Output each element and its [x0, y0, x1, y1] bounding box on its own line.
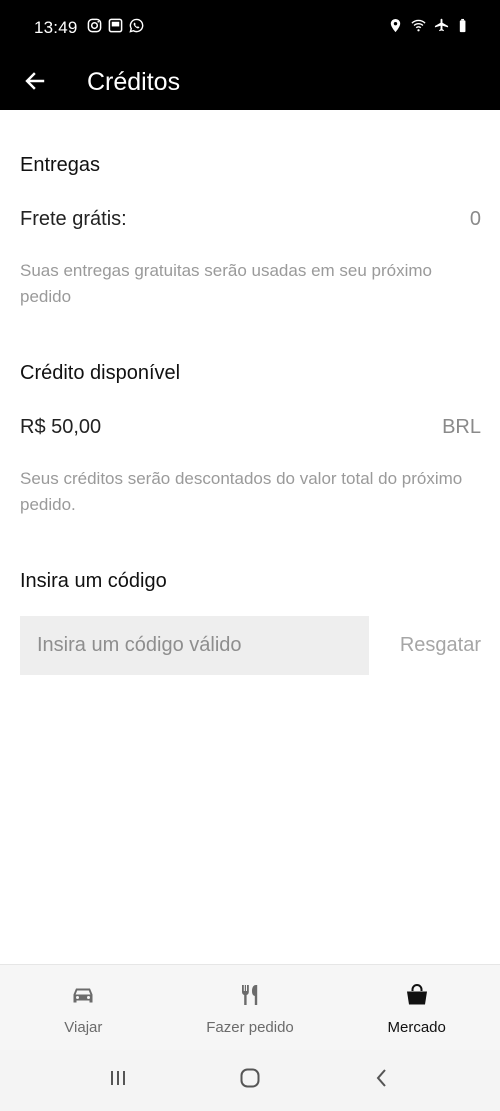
free-delivery-count: 0 [469, 208, 481, 230]
free-delivery-label: Frete grátis: [20, 208, 127, 230]
credit-amount: R$ 50,00 [20, 416, 102, 438]
section-title-credito: Crédito disponível [20, 362, 181, 384]
system-nav-bar [0, 1050, 500, 1111]
redeem-button[interactable]: Resgatar [400, 634, 481, 657]
gallery-icon [108, 18, 123, 38]
recent-apps-button[interactable] [98, 1061, 138, 1101]
app-bar: Créditos [0, 56, 500, 110]
credit-hint: Seus créditos serão descontados do valor… [20, 469, 463, 514]
whatsapp-icon [128, 18, 144, 38]
tab-label-mercado: Mercado [387, 1018, 446, 1036]
status-time: 13:49 [34, 18, 78, 37]
airplane-icon [434, 18, 449, 38]
tab-fazer-pedido[interactable]: Fazer pedido [167, 965, 334, 1050]
promo-code-input[interactable] [20, 616, 369, 675]
bottom-tab-bar: Viajar Fazer pedido Mercado [0, 964, 500, 1050]
status-right-icons [388, 18, 472, 38]
wifi-icon [411, 18, 426, 38]
tab-viajar[interactable]: Viajar [0, 965, 167, 1050]
tab-mercado[interactable]: Mercado [333, 965, 500, 1050]
car-icon [70, 982, 96, 1019]
arrow-left-icon [23, 69, 47, 98]
shopping-bag-icon [404, 982, 430, 1019]
battery-icon [457, 18, 472, 38]
currency-label: BRL [442, 416, 481, 438]
free-delivery-hint: Suas entregas gratuitas serão usadas em … [20, 261, 433, 306]
status-left-icons [87, 18, 144, 38]
home-button[interactable] [230, 1061, 270, 1101]
tab-label-fazer-pedido: Fazer pedido [206, 1018, 294, 1036]
instagram-icon [87, 18, 102, 38]
section-title-entregas: Entregas [20, 154, 101, 176]
status-bar: 13:49 [0, 0, 500, 56]
tab-label-viajar: Viajar [64, 1018, 103, 1036]
credit-balance-row: R$ 50,00 BRL [20, 416, 481, 439]
promo-code-row: Resgatar [20, 616, 481, 675]
fork-knife-icon [237, 982, 263, 1019]
free-delivery-row: Frete grátis: 0 [20, 208, 481, 231]
recent-apps-icon [107, 1067, 129, 1094]
location-icon [388, 18, 403, 38]
back-button[interactable] [0, 56, 70, 110]
page-title: Créditos [87, 67, 181, 96]
home-icon [239, 1067, 261, 1094]
chevron-left-icon [371, 1067, 393, 1094]
section-title-codigo: Insira um código [20, 570, 167, 592]
system-back-button[interactable] [362, 1061, 402, 1101]
